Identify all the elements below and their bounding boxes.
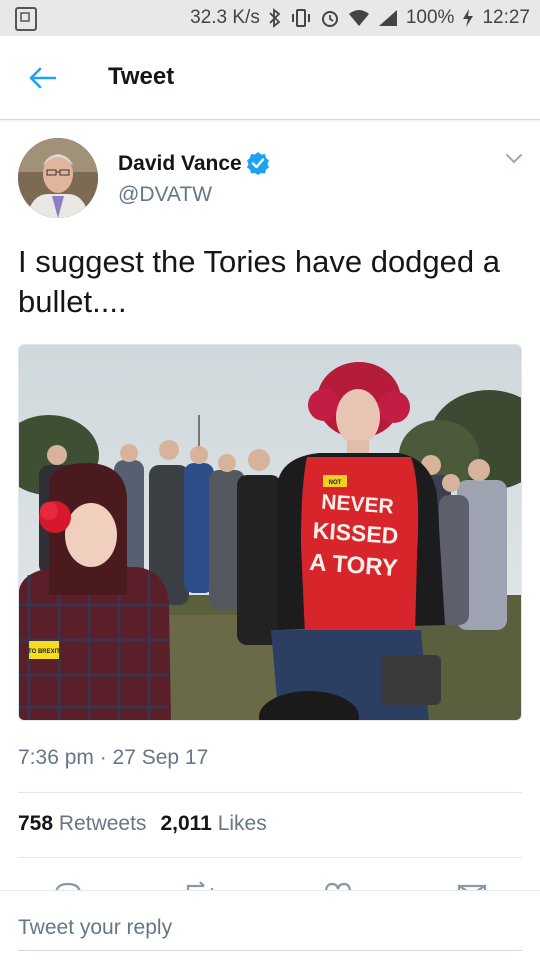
reply-icon[interactable] (52, 880, 84, 890)
status-bar: 32.3 K/s 100% 12:27 (0, 0, 540, 36)
back-button[interactable] (22, 62, 62, 94)
avatar[interactable] (18, 138, 98, 218)
page-title: Tweet (108, 63, 175, 90)
charging-icon (463, 9, 474, 27)
likes-label[interactable]: Likes (218, 812, 267, 835)
wifi-icon (348, 10, 369, 26)
likes-count[interactable]: 2,011 (160, 812, 211, 835)
signal-icon (378, 10, 397, 26)
chevron-down-icon[interactable] (504, 152, 524, 166)
vibrate-icon (291, 9, 310, 27)
alarm-icon (321, 11, 338, 27)
retweets-label[interactable]: Retweets (59, 812, 147, 835)
divider (18, 792, 522, 793)
share-icon[interactable] (456, 880, 488, 890)
left-badge-text: TO BREXIT (28, 649, 60, 655)
like-icon[interactable] (322, 880, 354, 890)
retweet-icon[interactable] (184, 880, 216, 890)
tweet-photo[interactable]: NOT NEVER KISSED A TORY TO BREXIT (18, 344, 522, 721)
reply-bar (0, 890, 540, 960)
author-handle[interactable]: @DVATW (118, 183, 212, 207)
network-speed: 32.3 K/s (190, 7, 260, 28)
screenshot-notification-icon (15, 7, 37, 31)
tweet-text: I suggest the Tories have dodged a bulle… (18, 244, 500, 319)
tweet-stats: 758 Retweets 2,011 Likes (18, 812, 267, 836)
back-arrow-icon (29, 67, 56, 89)
battery-level: 100% (405, 7, 455, 28)
shirt-badge-text: NOT (329, 480, 342, 486)
reply-input[interactable] (18, 905, 522, 951)
retweets-count[interactable]: 758 (18, 812, 53, 835)
verified-badge-icon (247, 152, 269, 175)
divider (18, 857, 522, 858)
clock: 12:27 (482, 7, 530, 28)
tweet-timestamp: 7:36 pm · 27 Sep 17 (18, 746, 209, 769)
bluetooth-icon (269, 8, 281, 28)
author-name[interactable]: David Vance (118, 152, 242, 176)
app-header: Tweet (0, 36, 540, 120)
action-bar (0, 874, 540, 890)
